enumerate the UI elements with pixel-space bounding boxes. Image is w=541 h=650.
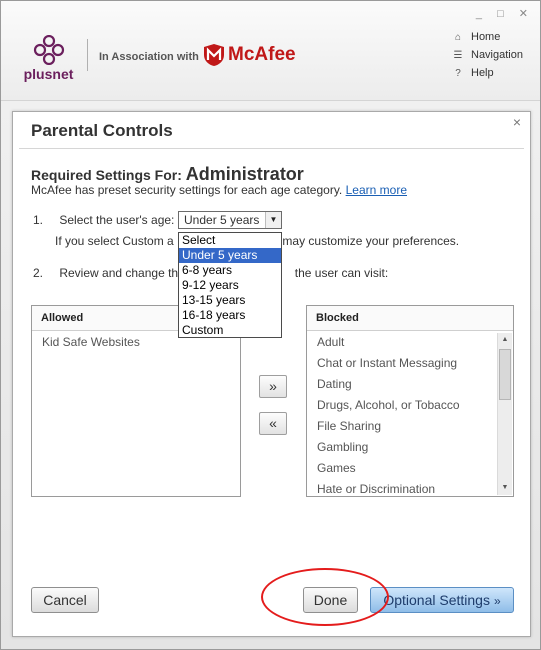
optional-settings-label: Optional Settings <box>383 592 490 608</box>
brand-divider <box>87 39 88 71</box>
move-to-blocked-button[interactable]: » <box>259 375 287 398</box>
cancel-button[interactable]: Cancel <box>31 587 99 613</box>
move-to-allowed-button[interactable]: « <box>259 412 287 435</box>
age-option[interactable]: Custom <box>179 323 281 338</box>
age-dropdown-list: Select Under 5 years 6-8 years 9-12 year… <box>178 232 282 338</box>
help-icon: ? <box>455 67 461 79</box>
blocked-list[interactable]: Blocked Adult Chat or Instant Messaging … <box>306 305 514 497</box>
optional-settings-button[interactable]: Optional Settings» <box>370 587 514 613</box>
required-settings-heading: Required Settings For: Administrator <box>31 164 304 185</box>
blocked-scrollbar[interactable]: ▲ ▼ <box>497 333 512 495</box>
blocked-item[interactable]: Dating <box>307 374 513 395</box>
step-1-label: Select the user's age: <box>59 213 175 227</box>
blocked-item[interactable]: Games <box>307 458 513 479</box>
custom-hint-left: If you select Custom a <box>55 234 174 248</box>
dialog-title: Parental Controls <box>31 121 173 140</box>
nav-help[interactable]: ? Help <box>451 64 523 82</box>
user-name: Administrator <box>185 164 304 184</box>
blocked-item[interactable]: Drugs, Alcohol, or Tobacco <box>307 395 513 416</box>
nav-home[interactable]: ⌂ Home <box>451 28 523 46</box>
home-icon: ⌂ <box>454 31 462 43</box>
close-icon[interactable]: × <box>513 114 521 130</box>
red-highlight-annotation <box>261 568 389 626</box>
nav-home-label: Home <box>471 31 501 43</box>
chevron-down-icon[interactable]: ▼ <box>265 212 281 228</box>
step-1: 1. Select the user's age: <box>33 213 174 227</box>
custom-hint-right: may customize your preferences. <box>282 234 460 248</box>
nav-navigation[interactable]: ☰ Navigation <box>451 46 523 64</box>
step-2-number: 2. <box>33 266 44 280</box>
age-select[interactable]: Under 5 years ▼ <box>178 211 282 229</box>
learn-more-link[interactable]: Learn more <box>346 183 407 197</box>
plusnet-name: plusnet <box>23 66 74 82</box>
age-option[interactable]: 6-8 years <box>179 263 281 278</box>
scroll-thumb[interactable] <box>499 349 511 400</box>
age-option[interactable]: 13-15 years <box>179 293 281 308</box>
age-option-selected[interactable]: Under 5 years <box>179 248 281 263</box>
parental-controls-dialog: Parental Controls × Required Settings Fo… <box>12 111 531 637</box>
plusnet-logo-icon <box>33 35 64 65</box>
step-2-label-right: the user can visit: <box>294 266 389 280</box>
blocked-header: Blocked <box>307 306 513 331</box>
step-1-number: 1. <box>33 213 44 227</box>
step-2-label-left: Review and change th <box>59 266 179 280</box>
preset-description: McAfee has preset security settings for … <box>31 183 407 197</box>
association-text: In Association with <box>99 51 199 63</box>
navigation-icon: ☰ <box>453 49 463 61</box>
window-controls[interactable]: _ □ ✕ <box>476 7 534 20</box>
blocked-item[interactable]: Chat or Instant Messaging <box>307 353 513 374</box>
nav-navigation-label: Navigation <box>471 49 523 61</box>
age-option[interactable]: Select <box>179 233 281 248</box>
chevron-right-icon: » <box>493 594 501 608</box>
blocked-item[interactable]: Hate or Discrimination <box>307 479 513 500</box>
age-option[interactable]: 16-18 years <box>179 308 281 323</box>
top-bar: _ □ ✕ plusnet In Association with McAfee <box>1 1 540 101</box>
app-window: _ □ ✕ plusnet In Association with McAfee <box>0 0 541 650</box>
scroll-down-icon[interactable]: ▼ <box>498 481 512 495</box>
blocked-item[interactable]: Adult <box>307 332 513 353</box>
age-option[interactable]: 9-12 years <box>179 278 281 293</box>
mcafee-logo: McAfee <box>203 43 296 67</box>
plusnet-logo: plusnet <box>21 35 76 82</box>
age-select-value: Under 5 years <box>184 213 260 227</box>
mcafee-shield-icon <box>204 44 224 66</box>
blocked-item[interactable]: Gambling <box>307 437 513 458</box>
dialog-divider <box>19 148 524 149</box>
nav-help-label: Help <box>471 67 494 79</box>
scroll-up-icon[interactable]: ▲ <box>498 333 512 347</box>
preset-text: McAfee has preset security settings for … <box>31 183 343 197</box>
required-settings-prefix: Required Settings For: <box>31 167 182 183</box>
top-navigation: ⌂ Home ☰ Navigation ? Help <box>451 28 523 82</box>
mcafee-wordmark: McAfee <box>228 44 296 65</box>
blocked-item[interactable]: File Sharing <box>307 416 513 437</box>
